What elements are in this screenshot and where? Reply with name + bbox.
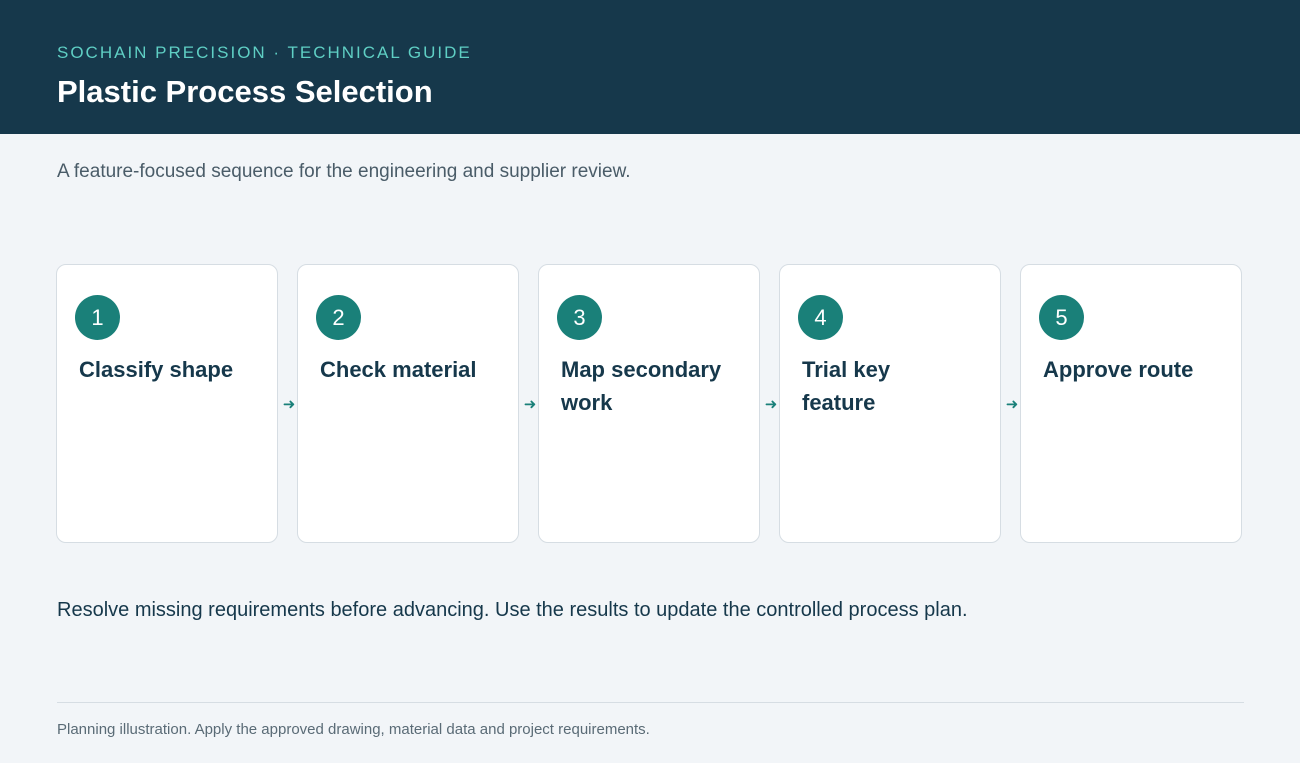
guidance-note: Resolve missing requirements before adva…	[57, 599, 968, 621]
step-title: Trial key feature	[802, 357, 891, 415]
step-number-badge: 2	[316, 295, 361, 340]
step-title: Check material	[320, 357, 477, 382]
footer-disclaimer: Planning illustration. Apply the approve…	[57, 721, 650, 738]
header-eyebrow: SOCHAIN PRECISION · TECHNICAL GUIDE	[57, 43, 472, 62]
step-title: Classify shape	[79, 357, 234, 382]
page-title: Plastic Process Selection	[57, 74, 433, 109]
step-card-1: 1 Classify shape	[56, 264, 278, 543]
step-card-3: 3 Map secondary work	[538, 264, 760, 543]
step-title: Map secondary work	[561, 357, 722, 415]
page-header: SOCHAIN PRECISION · TECHNICAL GUIDE Plas…	[0, 0, 1300, 134]
step-card-5: 5 Approve route	[1020, 264, 1242, 543]
step-number-badge: 3	[557, 295, 602, 340]
step-number-badge: 4	[798, 295, 843, 340]
intro-text: A feature-focused sequence for the engin…	[57, 161, 631, 182]
step-title: Approve route	[1043, 357, 1194, 382]
footer-divider	[57, 702, 1244, 703]
arrow-right-icon: ➜	[282, 396, 296, 413]
step-card-4: 4 Trial key feature	[779, 264, 1001, 543]
arrow-right-icon: ➜	[764, 396, 778, 413]
step-number-badge: 1	[75, 295, 120, 340]
step-number-badge: 5	[1039, 295, 1084, 340]
arrow-right-icon: ➜	[523, 396, 537, 413]
step-card-2: 2 Check material	[297, 264, 519, 543]
arrow-right-icon: ➜	[1005, 396, 1019, 413]
